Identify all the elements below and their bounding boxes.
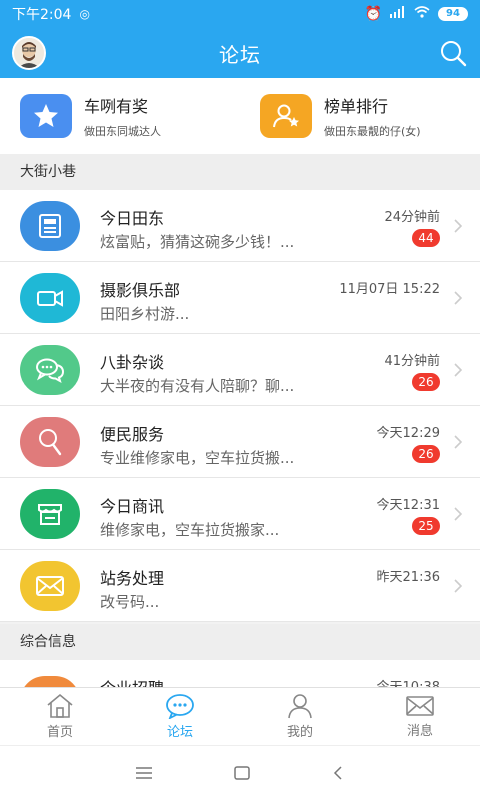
forum-name: 便民服务 — [100, 425, 165, 444]
tab-label: 消息 — [406, 724, 433, 739]
forum-row[interactable]: 今日商讯 维修家电，空车拉货搬家... 今天12:31 25 — [0, 478, 480, 550]
profile-icon — [288, 694, 312, 719]
status-bar: 下午2:04 ◎ ⏰ 94 — [0, 0, 480, 28]
search-icon — [20, 416, 80, 467]
chat-icon — [20, 344, 80, 395]
briefcase-icon — [20, 675, 80, 687]
video-icon — [20, 272, 80, 323]
system-nav-bar — [0, 745, 480, 800]
unread-badge: 44 — [412, 229, 440, 247]
alarm-icon: ⏰ — [364, 6, 382, 22]
forum-preview: 田阳乡村游... — [100, 305, 190, 323]
forum-name: 今日田东 — [100, 209, 165, 228]
featured-row: 车咧有奖 做田东同城达人 榜单排行 做田东最靓的仔(女) — [0, 78, 480, 154]
bottom-tab-bar: 首页 论坛 我的 消息 — [0, 687, 480, 745]
app-header: 论坛 — [0, 28, 480, 78]
status-time: 下午2:04 — [12, 7, 72, 23]
tab-label: 首页 — [46, 725, 73, 740]
forum-preview: 大半夜的有没有人陪聊？聊... — [100, 377, 295, 395]
forum-preview: 改号码... — [100, 593, 160, 611]
forum-row[interactable]: 企业招聘 今天10:38 — [0, 660, 480, 687]
unread-badge: 26 — [412, 445, 440, 463]
signal-icon — [390, 6, 406, 22]
forum-icon — [166, 694, 194, 719]
home-icon — [47, 693, 73, 718]
forum-time: 今天10:38 — [377, 676, 440, 687]
forum-time: 41分钟前 — [384, 354, 440, 369]
forum-preview: 炫富贴，猜猜这碗多少钱！... — [100, 233, 295, 251]
forum-name: 摄影俱乐部 — [100, 281, 181, 300]
forum-time: 11月07日 15:22 — [339, 282, 440, 297]
page-title: 论坛 — [219, 42, 261, 67]
unread-badge: 26 — [412, 373, 440, 391]
tab-forum[interactable]: 论坛 — [120, 688, 240, 745]
forum-time: 昨天21:36 — [376, 570, 440, 585]
forum-time: 今天12:31 — [376, 498, 440, 513]
wifi-icon — [414, 6, 430, 22]
forum-name: 八卦杂谈 — [100, 353, 165, 372]
featured-item-ranking[interactable]: 榜单排行 做田东最靓的仔(女) — [240, 78, 480, 154]
forum-row[interactable]: 今日田东 炫富贴，猜猜这碗多少钱！... 24分钟前 44 — [0, 190, 480, 262]
featured-title: 车咧有奖 — [84, 97, 149, 116]
store-icon — [20, 488, 80, 539]
featured-title: 榜单排行 — [324, 97, 389, 116]
search-icon — [441, 41, 467, 67]
battery-icon: 94 — [438, 7, 468, 21]
forum-time: 今天12:29 — [376, 426, 440, 441]
search-button[interactable] — [438, 38, 468, 68]
forum-row[interactable]: 便民服务 专业维修家电，空车拉货搬... 今天12:29 26 — [0, 406, 480, 478]
forum-time: 24分钟前 — [384, 210, 440, 225]
chevron-right-icon — [454, 219, 463, 233]
chevron-right-icon — [454, 579, 463, 593]
chevron-right-icon — [454, 435, 463, 449]
forum-list: 企业招聘 今天10:38 — [0, 660, 480, 687]
featured-subtitle: 做田东同城达人 — [84, 125, 161, 138]
weibo-icon: ◎ — [79, 7, 90, 21]
star-icon — [20, 94, 72, 138]
tab-label: 论坛 — [166, 725, 193, 740]
chevron-right-icon — [454, 291, 463, 305]
avatar[interactable] — [12, 36, 46, 70]
back-icon[interactable] — [331, 765, 345, 781]
forum-name: 企业招聘 — [100, 675, 164, 687]
section-header: 大街小巷 — [0, 154, 480, 190]
forum-row[interactable]: 八卦杂谈 大半夜的有没有人陪聊？聊... 41分钟前 26 — [0, 334, 480, 406]
news-icon — [20, 200, 80, 251]
chevron-right-icon — [454, 507, 463, 521]
forum-name: 站务处理 — [100, 569, 165, 588]
forum-list: 今日田东 炫富贴，猜猜这碗多少钱！... 24分钟前 44 摄影俱乐部 田阳乡村… — [0, 190, 480, 622]
menu-icon[interactable] — [135, 766, 153, 780]
message-icon — [406, 696, 434, 716]
tab-home[interactable]: 首页 — [0, 688, 120, 745]
forum-row[interactable]: 站务处理 改号码... 昨天21:36 — [0, 550, 480, 622]
chevron-right-icon — [454, 363, 463, 377]
featured-subtitle: 做田东最靓的仔(女) — [324, 125, 421, 138]
forum-preview: 专业维修家电，空车拉货搬... — [100, 449, 295, 467]
forum-row[interactable]: 摄影俱乐部 田阳乡村游... 11月07日 15:22 — [0, 262, 480, 334]
user-star-icon — [260, 94, 312, 138]
forum-name: 今日商讯 — [100, 497, 165, 516]
tab-label: 我的 — [286, 725, 313, 740]
unread-badge: 25 — [412, 517, 440, 535]
tab-messages[interactable]: 消息 — [360, 688, 480, 745]
home-button-icon[interactable] — [233, 765, 251, 781]
forum-preview: 维修家电，空车拉货搬家... — [100, 521, 280, 539]
tab-profile[interactable]: 我的 — [240, 688, 360, 745]
featured-item-awards[interactable]: 车咧有奖 做田东同城达人 — [0, 78, 240, 154]
mail-icon — [20, 560, 80, 611]
section-header: 综合信息 — [0, 624, 480, 660]
